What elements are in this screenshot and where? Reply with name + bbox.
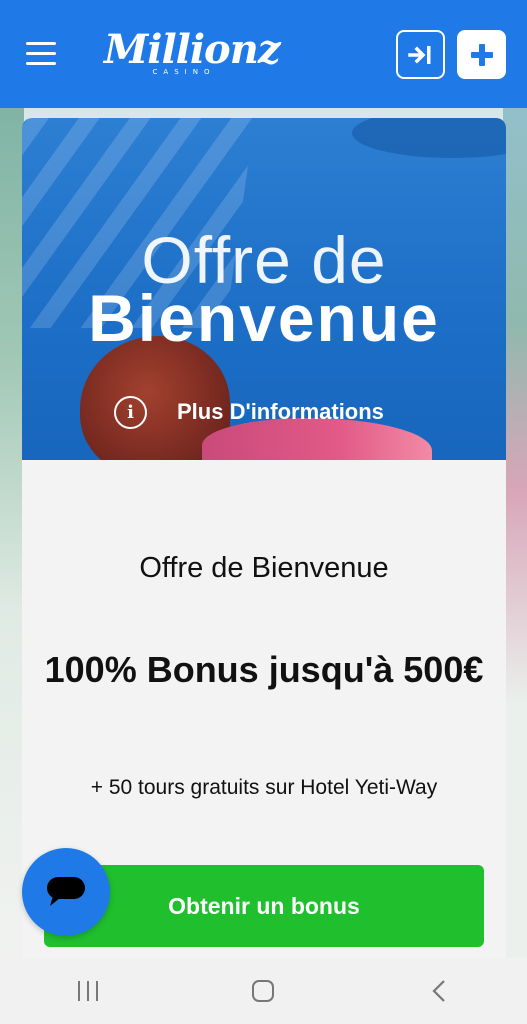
logo-wordmark: Millionz bbox=[104, 26, 281, 73]
plus-icon bbox=[470, 43, 493, 66]
casino-logo[interactable]: Millionz CASINO bbox=[104, 26, 281, 84]
offer-title: Offre de Bienvenue bbox=[139, 552, 389, 584]
background-foliage-left bbox=[0, 108, 24, 958]
info-icon: i bbox=[114, 395, 147, 429]
welcome-offer-card: Offre de Bienvenue i Plus D'informations… bbox=[22, 118, 506, 958]
offer-bonus-amount: 100% Bonus jusqu'à 500€ bbox=[44, 649, 484, 690]
offer-banner: Offre de Bienvenue i Plus D'informations bbox=[22, 118, 506, 460]
recent-apps-button[interactable] bbox=[58, 966, 118, 1016]
recent-apps-icon bbox=[77, 981, 98, 1001]
get-bonus-button[interactable]: Obtenir un bonus bbox=[44, 865, 484, 947]
banner-title-line2: Bienvenue bbox=[88, 281, 440, 355]
login-button[interactable] bbox=[396, 30, 445, 79]
background-foliage-right bbox=[503, 108, 527, 958]
offer-free-spins: + 50 tours gratuits sur Hotel Yeti-Way bbox=[90, 776, 438, 799]
back-icon bbox=[432, 980, 445, 1002]
login-icon bbox=[407, 45, 430, 64]
home-icon bbox=[252, 980, 275, 1002]
more-info-label: Plus D'informations bbox=[177, 399, 384, 424]
signup-button[interactable] bbox=[457, 30, 506, 79]
system-navigation-bar bbox=[0, 958, 527, 1024]
hamburger-menu-icon[interactable] bbox=[26, 42, 56, 66]
app-header: Millionz CASINO bbox=[0, 0, 527, 108]
cloud-decoration bbox=[352, 118, 506, 158]
chat-icon bbox=[47, 877, 85, 906]
live-chat-button[interactable] bbox=[22, 848, 110, 936]
home-button[interactable] bbox=[233, 966, 293, 1016]
more-info-link[interactable]: i Plus D'informations bbox=[114, 394, 384, 430]
back-button[interactable] bbox=[409, 966, 469, 1016]
